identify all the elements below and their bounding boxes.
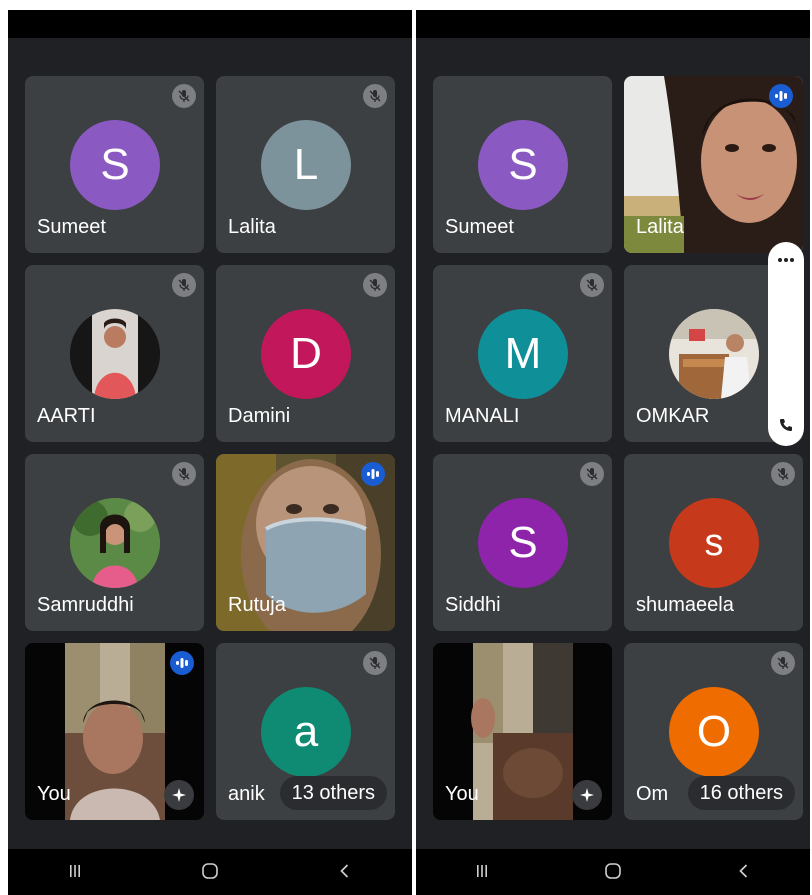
speaking-indicator-icon: [170, 651, 194, 675]
profile-photo: [669, 309, 759, 399]
avatar-initial: S: [100, 140, 130, 189]
more-dots-icon[interactable]: [768, 250, 804, 268]
participant-name: Samruddhi: [37, 594, 134, 616]
participant-tile-manali[interactable]: M MANALI: [433, 265, 612, 442]
participant-name: Om: [636, 783, 669, 805]
participant-tile-shumaeela[interactable]: s shumaeela: [624, 454, 803, 631]
floating-controls[interactable]: [768, 242, 804, 446]
participant-name: Damini: [228, 405, 291, 427]
back-icon[interactable]: [315, 863, 375, 882]
participant-tile-samruddhi[interactable]: Samruddhi: [25, 454, 204, 631]
avatar: s: [669, 498, 759, 588]
mic-off-icon: [771, 462, 795, 486]
participant-tile-om[interactable]: O Om 16 others: [624, 643, 803, 820]
participant-name: OMKAR: [636, 405, 710, 427]
speaking-indicator-icon: [769, 84, 793, 108]
avatar-initial: a: [293, 707, 319, 756]
others-count-button[interactable]: 16 others: [687, 776, 795, 810]
self-view-tile[interactable]: You: [433, 643, 612, 820]
participant-tile-sumeet[interactable]: S Sumeet: [25, 76, 204, 253]
right-screen: S Sumeet Lalita M MANALI OMKAR S Siddhi …: [416, 10, 810, 895]
status-bar: [8, 10, 412, 38]
recent-apps-icon[interactable]: [45, 863, 105, 882]
system-nav-bar: [8, 849, 412, 895]
back-icon[interactable]: [714, 863, 774, 882]
participant-name: Lalita: [636, 216, 684, 238]
avatar: S: [478, 120, 568, 210]
profile-photo: [70, 309, 160, 399]
participant-name: Rutuja: [228, 594, 286, 616]
participant-name: You: [37, 783, 71, 805]
mic-off-icon: [771, 651, 795, 675]
mic-off-icon: [363, 84, 387, 108]
others-count-button[interactable]: 13 others: [279, 776, 387, 810]
profile-photo: [70, 498, 160, 588]
mic-off-icon: [580, 273, 604, 297]
avatar: S: [70, 120, 160, 210]
avatar: D: [261, 309, 351, 399]
participant-name: Lalita: [228, 216, 276, 238]
participant-name: You: [445, 783, 479, 805]
mic-off-icon: [172, 462, 196, 486]
participant-tile-aarti[interactable]: AARTI: [25, 265, 204, 442]
avatar: a: [261, 687, 351, 777]
speaking-indicator-icon: [361, 462, 385, 486]
avatar-initial: D: [290, 329, 322, 378]
avatar-initial: O: [696, 707, 732, 756]
participant-name: Sumeet: [445, 216, 514, 238]
participant-name: Siddhi: [445, 594, 501, 616]
avatar: M: [478, 309, 568, 399]
participant-name: Sumeet: [37, 216, 106, 238]
avatar-initial: S: [508, 518, 538, 567]
home-icon[interactable]: [180, 862, 240, 883]
mic-off-icon: [363, 651, 387, 675]
avatar-initial: S: [508, 140, 538, 189]
self-view-tile[interactable]: You: [25, 643, 204, 820]
participant-tile-lalita[interactable]: Lalita: [624, 76, 803, 253]
participant-name: MANALI: [445, 405, 520, 427]
participant-tile-lalita[interactable]: L Lalita: [216, 76, 395, 253]
phone-icon[interactable]: [768, 417, 804, 438]
left-screen: S Sumeet L Lalita AARTI D Damini Samrudd…: [8, 10, 412, 895]
participant-name: AARTI: [37, 405, 96, 427]
system-nav-bar: [416, 849, 810, 895]
avatar: S: [478, 498, 568, 588]
mic-off-icon: [363, 273, 387, 297]
participant-tile-rutuja[interactable]: Rutuja: [216, 454, 395, 631]
recent-apps-icon[interactable]: [452, 863, 512, 882]
participant-tile-damini[interactable]: D Damini: [216, 265, 395, 442]
status-bar: [416, 10, 810, 38]
sparkle-icon[interactable]: [164, 780, 194, 810]
avatar-initial: M: [504, 329, 542, 378]
avatar-initial: L: [293, 140, 319, 189]
mic-off-icon: [172, 84, 196, 108]
avatar: O: [669, 687, 759, 777]
sparkle-icon[interactable]: [572, 780, 602, 810]
participant-tile-anik[interactable]: a anik 13 others: [216, 643, 395, 820]
participant-name: anik: [228, 783, 265, 805]
avatar-initial: s: [704, 521, 724, 564]
avatar: L: [261, 120, 351, 210]
participant-name: shumaeela: [636, 594, 734, 616]
home-icon[interactable]: [583, 862, 643, 883]
mic-off-icon: [172, 273, 196, 297]
mic-off-icon: [580, 462, 604, 486]
participant-tile-siddhi[interactable]: S Siddhi: [433, 454, 612, 631]
participant-tile-sumeet[interactable]: S Sumeet: [433, 76, 612, 253]
